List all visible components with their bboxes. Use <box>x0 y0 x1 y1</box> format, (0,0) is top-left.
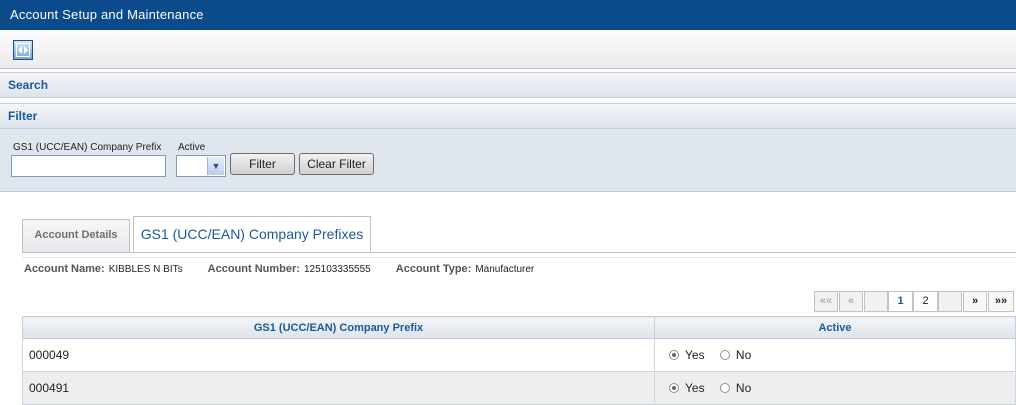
no-radio-label: No <box>735 381 752 396</box>
account-number-value: 125103335555 <box>303 264 371 275</box>
account-name-value: KIBBLES N BITs <box>108 264 183 275</box>
account-number-label: Account Number: <box>207 263 300 275</box>
title-bar: Account Setup and Maintenance <box>0 0 1016 30</box>
next-page-button[interactable]: » <box>963 291 987 312</box>
yes-radio[interactable] <box>669 383 679 394</box>
prefix-cell: 000491 <box>22 371 655 405</box>
tab-company-prefixes[interactable]: GS1 (UCC/EAN) Company Prefixes <box>133 216 371 252</box>
column-header-prefix[interactable]: GS1 (UCC/EAN) Company Prefix <box>22 316 655 339</box>
page-1-button[interactable]: 1 <box>888 291 913 312</box>
prefix-table: GS1 (UCC/EAN) Company Prefix Active 0000… <box>22 316 1016 405</box>
account-type-label: Account Type: <box>395 263 472 275</box>
first-page-button[interactable]: «« <box>814 291 838 312</box>
prefix-cell: 000049 <box>22 338 655 372</box>
clear-filter-button[interactable]: Clear Filter <box>299 153 374 175</box>
filter-panel: GS1 (UCC/EAN) Company Prefix Active ▼ Fi… <box>0 129 1016 192</box>
active-filter-label: Active <box>178 142 206 153</box>
pager-spacer-right <box>938 291 962 312</box>
no-radio[interactable] <box>719 383 730 394</box>
search-section-label: Search <box>8 78 49 92</box>
search-section-header[interactable]: Search <box>0 72 1016 98</box>
active-filter-select[interactable]: ▼ <box>176 155 226 177</box>
tab-divider <box>22 252 1016 253</box>
account-info: Account Name: KIBBLES N BITs Account Numb… <box>24 263 556 275</box>
no-radio-label: No <box>735 348 752 363</box>
active-cell: Yes No <box>654 338 1016 372</box>
yes-radio-label: Yes <box>685 381 705 396</box>
tab-account-details[interactable]: Account Details <box>22 219 130 252</box>
filter-button[interactable]: Filter <box>230 153 295 175</box>
column-header-active[interactable]: Active <box>654 316 1016 339</box>
filter-section-label: Filter <box>8 109 38 123</box>
yes-radio[interactable] <box>669 350 679 361</box>
account-name-label: Account Name: <box>24 263 105 275</box>
prefix-filter-input[interactable] <box>11 155 166 177</box>
active-cell: Yes No <box>654 371 1016 405</box>
last-page-button[interactable]: »» <box>988 291 1014 312</box>
collapse-expand-icon[interactable] <box>13 40 33 60</box>
table-row: 000049 Yes No <box>22 338 1016 372</box>
chevron-down-icon[interactable]: ▼ <box>207 157 224 175</box>
no-radio[interactable] <box>719 350 730 361</box>
table-row: 000491 Yes No <box>22 371 1016 405</box>
account-type-value: Manufacturer <box>475 264 535 275</box>
prev-page-button[interactable]: « <box>839 291 863 312</box>
window-title: Account Setup and Maintenance <box>10 7 204 22</box>
prefix-filter-label: GS1 (UCC/EAN) Company Prefix <box>13 142 162 153</box>
pager-spacer-left <box>864 291 888 312</box>
filter-section-header[interactable]: Filter <box>0 103 1016 129</box>
pagination: «« « 1 2 » »» <box>814 291 1014 312</box>
toolbar <box>0 30 1016 69</box>
yes-radio-label: Yes <box>685 348 705 363</box>
tab-divider-shadow <box>22 257 1016 258</box>
page-2-button[interactable]: 2 <box>913 291 938 312</box>
